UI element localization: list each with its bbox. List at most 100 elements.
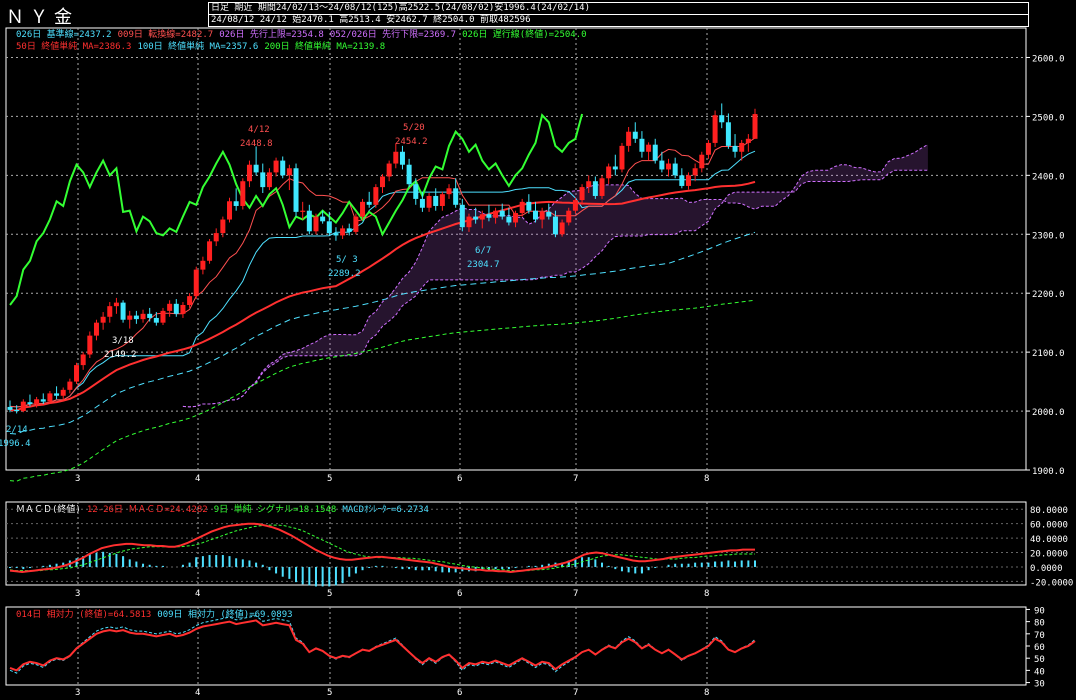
candle-body: [539, 211, 545, 220]
macd-line: [9, 522, 755, 574]
month-tick-label: 8: [704, 688, 709, 698]
candle-body: [532, 210, 538, 220]
candle-body: [679, 175, 685, 186]
candle-body: [586, 181, 592, 188]
candle-body: [67, 381, 73, 390]
candle-body: [486, 214, 492, 218]
month-tick-label: 3: [75, 474, 80, 484]
candle-body: [453, 188, 459, 205]
month-tick-label: 3: [75, 688, 80, 698]
candle-body: [326, 221, 332, 234]
candle-body: [280, 160, 286, 176]
candle-body: [140, 313, 146, 320]
macd-tick-label: -20.0000: [1030, 578, 1073, 588]
candle-body: [180, 304, 186, 314]
price-tick-label: 2200.0: [1032, 290, 1065, 300]
candle-body: [732, 145, 738, 152]
candle-body: [659, 160, 665, 170]
candle-body: [120, 302, 126, 320]
candle-body: [559, 222, 565, 235]
candle-body: [153, 317, 159, 323]
candle-body: [459, 204, 465, 228]
candle-body: [14, 409, 20, 412]
candle-body: [353, 216, 359, 232]
candle-body: [306, 210, 312, 232]
candle-body: [666, 163, 672, 170]
peak-value-annotation: 2304.7: [467, 260, 500, 270]
candle-body: [320, 216, 326, 222]
candle-body: [233, 201, 239, 206]
candle-body: [612, 166, 618, 170]
candle-body: [426, 195, 432, 208]
candle-body: [47, 393, 53, 402]
candle-body: [399, 151, 405, 165]
candle-body: [719, 115, 725, 123]
rsi-tick-label: 70: [1034, 631, 1045, 641]
candle-body: [207, 241, 213, 261]
candle-body: [373, 187, 379, 205]
candle-body: [513, 213, 519, 223]
month-tick-label: 8: [704, 474, 709, 484]
month-tick-label: 6: [457, 474, 462, 484]
candle-body: [599, 178, 605, 196]
candle-body: [333, 233, 339, 236]
candle-body: [366, 201, 372, 205]
candle-body: [712, 115, 718, 143]
peak-date-annotation: 5/ 3: [336, 255, 358, 265]
candle-body: [133, 315, 139, 320]
peak-value-annotation: 2289.2: [328, 269, 361, 279]
peak-value-annotation: 2149.2: [104, 350, 137, 360]
candle-body: [672, 163, 678, 176]
candle-body: [20, 401, 26, 412]
month-tick-label: 7: [573, 688, 578, 698]
candle-body: [227, 201, 233, 220]
peak-date-annotation: 5/20: [403, 123, 425, 133]
candle-body: [579, 187, 585, 201]
rsi-tick-label: 80: [1034, 619, 1045, 629]
candle-body: [167, 303, 173, 311]
month-tick-label: 3: [75, 589, 80, 599]
price-tick-label: 2000.0: [1032, 408, 1065, 418]
ichimoku-chart: 3 3 3 4 4 4 5 5 5 6 6 6 7 7 7 8 8 8 2600.0 2500.0 2400.0 2300…: [0, 27, 1073, 698]
candle-body: [54, 393, 60, 396]
candle-body: [313, 216, 319, 232]
candle-body: [646, 144, 652, 152]
candle-body: [506, 216, 512, 223]
peak-value-annotation: 2454.2: [395, 137, 428, 147]
candle-body: [566, 210, 572, 223]
candle-body: [552, 216, 558, 235]
candle-body: [413, 184, 419, 199]
candle-body: [739, 142, 745, 152]
candle-body: [273, 160, 279, 173]
price-tick-label: 2400.0: [1032, 172, 1065, 182]
candle-body: [380, 176, 385, 188]
rsi-tick-label: 50: [1034, 655, 1045, 665]
candle-body: [639, 138, 645, 152]
ma100-line: [9, 231, 756, 435]
month-tick-label: 4: [195, 688, 200, 698]
candle-body: [113, 302, 119, 307]
rsi14-line: [9, 619, 756, 672]
candle-body: [692, 168, 698, 176]
candle-body: [107, 306, 113, 317]
macd-signal-line: [9, 524, 755, 572]
candle-body: [286, 168, 292, 176]
candle-body: [572, 200, 578, 211]
candle-body: [60, 389, 66, 396]
candle-body: [193, 269, 199, 297]
candle-body: [619, 145, 625, 170]
rsi-tick-label: 30: [1034, 680, 1045, 690]
price-tick-label: 2600.0: [1032, 54, 1065, 64]
candle-body: [74, 365, 80, 382]
ma200-line: [9, 299, 756, 482]
candle-body: [473, 216, 479, 220]
candle-body: [652, 144, 658, 161]
macd-tick-label: 60.0000: [1030, 521, 1068, 531]
candle-body: [752, 114, 758, 139]
macd-tick-label: 0.0000: [1030, 564, 1063, 574]
rsi-tick-label: 40: [1034, 667, 1045, 677]
price-tick-label: 1900.0: [1032, 467, 1065, 477]
candle-body: [499, 210, 505, 217]
candle-body: [632, 131, 638, 139]
candle-body: [293, 168, 299, 212]
